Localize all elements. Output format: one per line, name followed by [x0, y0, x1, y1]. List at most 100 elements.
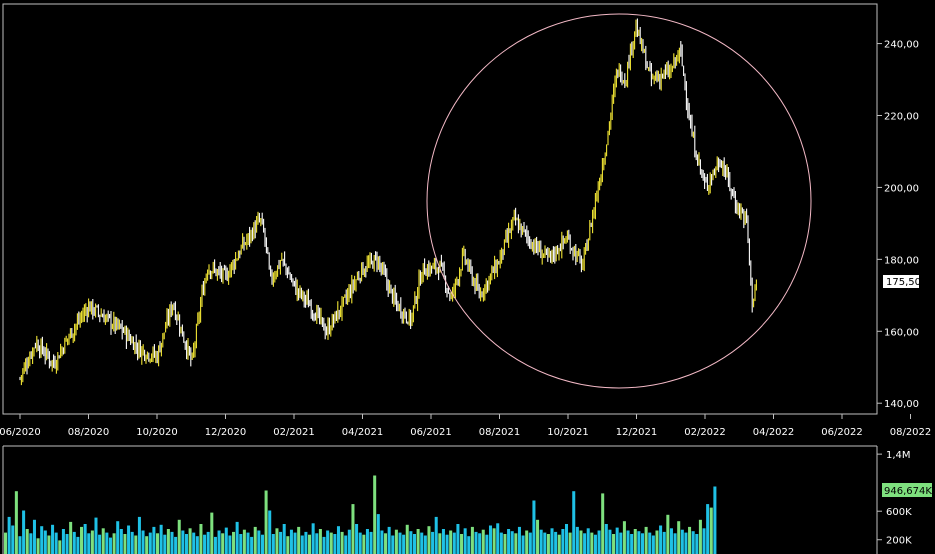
volume-bar — [98, 534, 102, 554]
volume-bar — [184, 534, 188, 554]
volume-bar — [449, 530, 453, 554]
volume-bar — [116, 521, 120, 554]
volume-tick-label: 1,4M — [886, 450, 911, 461]
volume-bar — [554, 531, 558, 554]
volume-bar — [561, 529, 565, 554]
volume-bar — [586, 528, 590, 554]
volume-bar — [358, 532, 362, 554]
last-volume-marker: 946,674K — [882, 483, 932, 497]
volume-bar — [384, 533, 388, 554]
volume-bar — [242, 529, 246, 554]
volume-bar — [546, 534, 550, 554]
volume-bar — [148, 532, 152, 554]
volume-bar — [503, 534, 507, 554]
volume-bar — [536, 519, 540, 554]
volume-tick-label: 600K — [886, 507, 912, 518]
volume-bar — [521, 535, 525, 554]
volume-bar — [416, 529, 420, 554]
volume-bar — [54, 532, 58, 554]
volume-bar — [452, 532, 456, 554]
volume-bar — [499, 532, 503, 554]
volume-bar — [575, 526, 579, 554]
volume-bar — [369, 531, 373, 554]
volume-bar — [293, 532, 297, 554]
volume-bar — [362, 534, 366, 554]
volume-bar — [572, 491, 576, 554]
volume-bar — [478, 533, 482, 554]
volume-bar — [684, 532, 688, 554]
volume-bar — [58, 540, 62, 554]
volume-bar — [394, 529, 398, 554]
volume-bar — [445, 534, 449, 554]
y-tick-label: 160,00 — [884, 327, 919, 338]
volume-bar — [163, 534, 167, 554]
volume-bar — [380, 530, 384, 554]
volume-bar — [630, 534, 634, 554]
volume-bar — [456, 524, 460, 554]
volume-bar — [40, 526, 44, 554]
volume-bar — [76, 536, 80, 554]
volume-bar — [347, 529, 351, 554]
volume-bar — [391, 535, 395, 554]
volume-bar — [4, 532, 8, 554]
x-tick-label: 12/2020 — [205, 427, 247, 438]
volume-bar — [65, 534, 69, 554]
volume-bar — [112, 533, 116, 554]
volume-bar — [152, 526, 156, 554]
volume-bar — [467, 536, 471, 554]
volume-bar — [29, 533, 33, 554]
y-tick-label: 240,00 — [884, 40, 919, 51]
volume-bar — [80, 526, 84, 554]
volume-bar — [691, 531, 695, 554]
volume-bar — [32, 519, 36, 554]
x-tick-label: 12/2021 — [616, 427, 658, 438]
volume-bar — [36, 538, 40, 554]
volume-bar — [677, 521, 681, 554]
volume-bar — [224, 527, 228, 554]
volume-bar — [528, 532, 532, 554]
volume-bar — [365, 529, 369, 554]
volume-bar — [662, 531, 666, 554]
volume-bar — [275, 528, 279, 554]
x-tick-label: 06/2020 — [0, 427, 41, 438]
volume-bar — [315, 533, 319, 554]
volume-tick-label: 200K — [886, 536, 912, 547]
volume-bar — [470, 526, 474, 554]
volume-bar — [387, 526, 391, 554]
volume-bar — [123, 534, 127, 554]
x-tick-label: 10/2021 — [547, 427, 589, 438]
volume-bar — [666, 514, 670, 554]
volume-bar — [340, 531, 344, 554]
volume-bar — [308, 534, 312, 554]
volume-bar — [170, 531, 174, 554]
volume-bar — [373, 475, 377, 554]
x-tick-label: 06/2022 — [821, 427, 863, 438]
volume-bar — [402, 534, 406, 554]
volume-bar — [141, 530, 145, 554]
volume-bar — [250, 536, 254, 554]
y-tick-label: 180,00 — [884, 255, 919, 266]
volume-bar — [289, 529, 293, 554]
volume-bar — [568, 532, 572, 554]
volume-bar — [680, 529, 684, 554]
stock-chart: 140,00 160,00 180,00 200,00 220,00 240,00 06/… — [0, 0, 935, 554]
y-tick-label: 220,00 — [884, 111, 919, 122]
x-tick-label: 08/2022 — [890, 427, 932, 438]
x-tick-label: 08/2021 — [479, 427, 521, 438]
volume-bar — [698, 519, 702, 554]
volume-bar — [355, 524, 359, 554]
volume-bar — [264, 490, 268, 554]
volume-bar — [626, 530, 630, 554]
volume-bar — [22, 510, 26, 554]
volume-bar — [203, 534, 207, 554]
volume-bar — [206, 531, 210, 554]
volume-bar — [268, 510, 272, 554]
volume-bar — [228, 535, 232, 554]
volume-bar — [608, 529, 612, 554]
volume-bar — [409, 531, 413, 554]
volume-bar — [543, 532, 547, 554]
volume-bar — [590, 532, 594, 554]
volume-bar — [318, 529, 322, 554]
volume-bar — [496, 523, 500, 554]
volume-bar — [279, 531, 283, 554]
